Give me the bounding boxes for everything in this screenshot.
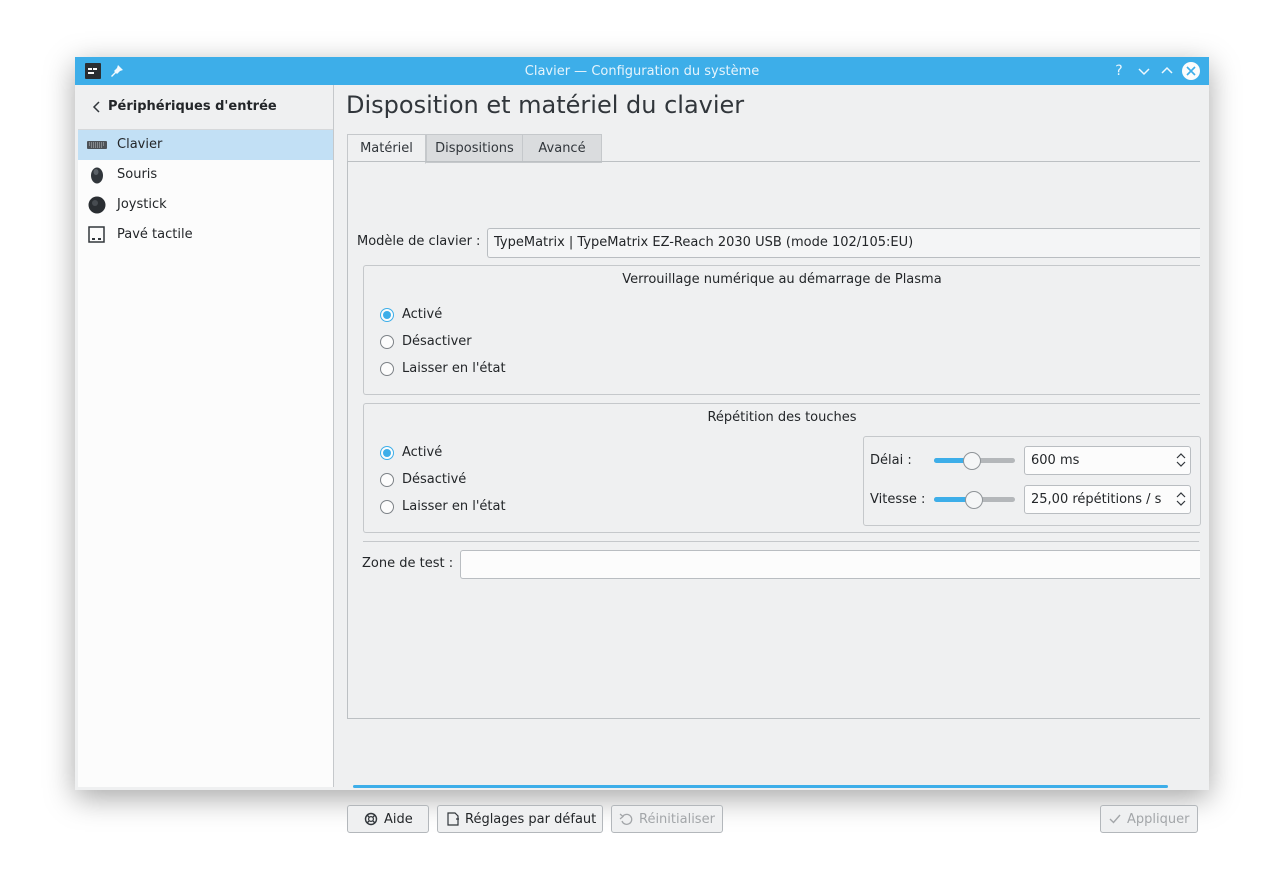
sidebar-item-souris[interactable]: Souris	[78, 160, 333, 190]
sidebar-item-label: Clavier	[117, 137, 163, 152]
numlock-activate-label: Activé	[402, 307, 443, 322]
sidebar-item-label: Souris	[117, 167, 158, 182]
tab-label: Dispositions	[435, 141, 514, 156]
sidebar-item-joystick[interactable]: Joystick	[78, 190, 333, 220]
close-button[interactable]	[1182, 62, 1200, 80]
tab-label: Matériel	[360, 141, 413, 156]
repeat-activate-label: Activé	[402, 445, 443, 460]
spin-arrows-icon[interactable]	[1176, 489, 1186, 509]
sidebar-item-pave-tactile[interactable]: Pavé tactile	[78, 220, 333, 250]
sidebar-title: Périphériques d'entrée	[108, 99, 277, 114]
rate-value: 25,00 répétitions / s	[1031, 492, 1162, 507]
keyboard-model-combo[interactable]: TypeMatrix | TypeMatrix EZ-Reach 2030 US…	[487, 228, 1200, 258]
repeat-unchanged-label: Laisser en l'état	[402, 499, 506, 514]
joystick-icon	[88, 196, 106, 214]
window-title: Clavier — Configuration du système	[524, 64, 760, 79]
page-title: Disposition et matériel du clavier	[346, 91, 745, 119]
keyboard-model-value: TypeMatrix | TypeMatrix EZ-Reach 2030 US…	[494, 235, 914, 250]
repeat-deactivate-radio[interactable]	[380, 473, 394, 487]
tab-materiel[interactable]: Matériel	[347, 134, 426, 164]
repeat-unchanged-radio[interactable]	[380, 500, 394, 514]
key-repeat-group-title: Répétition des touches	[707, 410, 857, 425]
numlock-activate-radio[interactable]	[380, 308, 394, 322]
reset-button-label: Réinitialiser	[639, 812, 715, 827]
tab-avance[interactable]: Avancé	[522, 134, 602, 163]
numlock-group: Verrouillage numérique au démarrage de P…	[363, 265, 1200, 395]
maximize-icon[interactable]	[1158, 62, 1176, 80]
rate-label: Vitesse :	[870, 492, 926, 507]
sidebar-item-clavier[interactable]: Clavier	[78, 130, 333, 160]
keyboard-icon	[87, 141, 107, 149]
repeat-deactivate-label: Désactivé	[402, 472, 467, 487]
defaults-button[interactable]: Réglages par défaut	[437, 805, 603, 833]
spin-arrows-icon[interactable]	[1176, 450, 1186, 470]
numlock-deactivate-radio[interactable]	[380, 335, 394, 349]
touchpad-icon	[88, 226, 105, 243]
delay-spinbox[interactable]: 600 ms	[1024, 446, 1191, 475]
close-icon	[1186, 66, 1196, 76]
delay-label: Délai :	[870, 453, 912, 468]
minimize-icon[interactable]	[1135, 62, 1153, 80]
keyboard-model-label: Modèle de clavier :	[357, 234, 481, 249]
numlock-deactivate-label: Désactiver	[402, 334, 472, 349]
help-lifebuoy-icon	[364, 812, 378, 826]
test-zone-input[interactable]	[460, 550, 1200, 579]
delay-value: 600 ms	[1031, 453, 1080, 468]
apply-button[interactable]: Appliquer	[1100, 805, 1198, 833]
defaults-button-label: Réglages par défaut	[465, 812, 597, 827]
main-content: Disposition et matériel du clavier Matér…	[334, 85, 1209, 833]
delay-slider-handle[interactable]	[963, 452, 981, 470]
help-button[interactable]: Aide	[347, 805, 429, 833]
separator	[363, 541, 1199, 542]
apply-button-label: Appliquer	[1127, 812, 1190, 827]
numlock-unchanged-radio[interactable]	[380, 362, 394, 376]
sidebar-header: Périphériques d'entrée	[78, 85, 333, 130]
repeat-activate-radio[interactable]	[380, 446, 394, 460]
checkmark-icon	[1109, 814, 1121, 824]
help-button-label: Aide	[384, 812, 413, 827]
title-bar[interactable]: Clavier — Configuration du système ?	[75, 57, 1209, 85]
rate-spinbox[interactable]: 25,00 répétitions / s	[1024, 485, 1191, 514]
test-zone-label: Zone de test :	[362, 556, 454, 571]
sidebar-item-label: Joystick	[117, 197, 167, 212]
numlock-group-title: Verrouillage numérique au démarrage de P…	[622, 272, 942, 287]
settings-window: Clavier — Configuration du système ? Pér…	[75, 57, 1209, 833]
busy-indicator	[353, 785, 1168, 788]
repeat-settings-frame: Délai : 600 ms Vitesse : 25,00 répétitio…	[863, 436, 1201, 526]
document-defaults-icon	[447, 812, 459, 826]
back-arrow-icon[interactable]	[90, 99, 104, 115]
sidebar-item-label: Pavé tactile	[117, 227, 193, 242]
undo-icon	[619, 813, 633, 825]
sidebar: Périphériques d'entrée Clavier Souris Jo…	[78, 85, 334, 787]
tab-dispositions[interactable]: Dispositions	[426, 134, 523, 163]
reset-button[interactable]: Réinitialiser	[611, 805, 723, 833]
rate-slider-handle[interactable]	[965, 491, 983, 509]
help-question-button[interactable]: ?	[1110, 62, 1128, 80]
mouse-icon	[91, 167, 103, 184]
numlock-unchanged-label: Laisser en l'état	[402, 361, 506, 376]
key-repeat-group: Répétition des touches Activé Désactivé …	[363, 403, 1201, 533]
tab-label: Avancé	[538, 141, 586, 156]
